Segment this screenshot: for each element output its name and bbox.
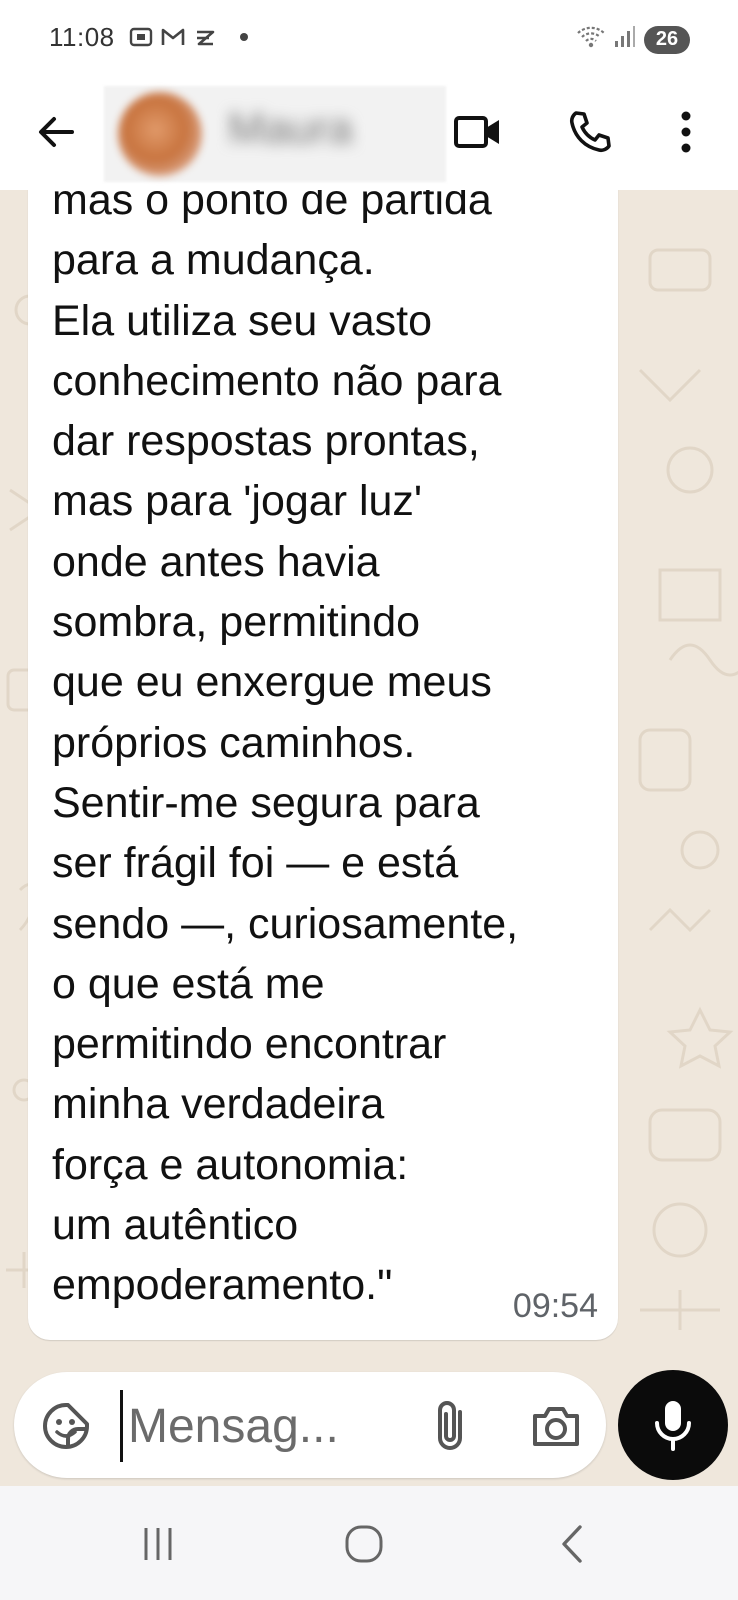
system-back-button[interactable] bbox=[544, 1516, 600, 1572]
sticker-icon bbox=[43, 1403, 89, 1449]
arrow-left-icon bbox=[39, 117, 74, 147]
message-input[interactable] bbox=[124, 1390, 402, 1462]
gmail-icon bbox=[160, 24, 186, 50]
more-notifications-dot bbox=[240, 33, 248, 41]
wifi-icon bbox=[576, 24, 606, 55]
voice-message-button[interactable] bbox=[618, 1370, 728, 1480]
chat-area[interactable]: mas o ponto de partida para a mudança. Ela… bbox=[0, 190, 738, 1486]
message-line: que eu enxergue meus bbox=[52, 658, 492, 707]
message-line: sendo —, curiosamente, bbox=[52, 899, 519, 948]
message-line: um autêntico bbox=[52, 1201, 299, 1250]
microphone-icon bbox=[655, 1401, 691, 1451]
message-line: permitindo encontrar bbox=[52, 1020, 447, 1069]
video-camera-icon bbox=[454, 116, 499, 148]
message-line: mas para 'jogar luz' bbox=[52, 477, 423, 526]
sticker-button[interactable] bbox=[38, 1398, 94, 1454]
message-line: mas o ponto de partida bbox=[52, 190, 492, 224]
system-status-icons: 26 bbox=[576, 24, 690, 55]
recent-apps-icon bbox=[144, 1528, 172, 1560]
message-bubble[interactable]: mas o ponto de partida para a mudança. Ela… bbox=[28, 190, 618, 1340]
back-button[interactable] bbox=[30, 106, 82, 158]
message-timestamp: 09:54 bbox=[512, 1287, 598, 1325]
video-call-button[interactable] bbox=[448, 102, 508, 162]
more-vertical-icon bbox=[681, 111, 691, 153]
message-line: minha verdadeira bbox=[52, 1080, 385, 1129]
message-line: dar respostas prontas, bbox=[52, 417, 480, 466]
message-line: sombra, permitindo bbox=[52, 598, 421, 647]
camera-button[interactable] bbox=[526, 1396, 586, 1456]
avatar[interactable] bbox=[118, 92, 202, 176]
message-line: próprios caminhos. bbox=[52, 718, 416, 767]
message-line: o que está me bbox=[52, 959, 325, 1008]
voice-call-button[interactable] bbox=[560, 102, 620, 162]
status-bar: 11:08 26 bbox=[0, 0, 738, 80]
signal-icon bbox=[614, 25, 636, 54]
message-line: ser frágil foi — e está bbox=[52, 839, 459, 888]
screenshot-icon bbox=[128, 24, 154, 50]
message-line: força e autonomia: bbox=[52, 1140, 409, 1189]
more-options-button[interactable] bbox=[656, 102, 716, 162]
contact-name[interactable]: Maura bbox=[228, 104, 408, 154]
home-icon bbox=[345, 1525, 383, 1563]
chat-header: Maura bbox=[0, 80, 738, 190]
message-line: onde antes havia bbox=[52, 537, 380, 586]
camera-icon bbox=[533, 1407, 579, 1446]
notification-icons bbox=[128, 24, 248, 50]
chevron-left-icon bbox=[562, 1525, 582, 1563]
recent-apps-button[interactable] bbox=[130, 1516, 186, 1572]
app-notification-icon bbox=[192, 24, 218, 50]
paperclip-icon bbox=[438, 1401, 462, 1450]
message-line: para a mudança. bbox=[52, 236, 375, 285]
message-text: mas o ponto de partida para a mudança. Ela… bbox=[52, 190, 612, 1316]
status-time: 11:08 bbox=[49, 22, 115, 52]
attach-button[interactable] bbox=[422, 1394, 478, 1458]
message-line: conhecimento não para bbox=[52, 356, 502, 405]
home-button[interactable] bbox=[336, 1516, 392, 1572]
message-composer bbox=[14, 1372, 606, 1478]
text-caret bbox=[120, 1390, 123, 1462]
message-line: Ela utiliza seu vasto bbox=[52, 296, 433, 345]
battery-indicator: 26 bbox=[644, 25, 690, 54]
message-line: Sentir-me segura para bbox=[52, 778, 480, 827]
phone-icon bbox=[569, 111, 611, 153]
system-navigation-bar bbox=[0, 1486, 738, 1600]
